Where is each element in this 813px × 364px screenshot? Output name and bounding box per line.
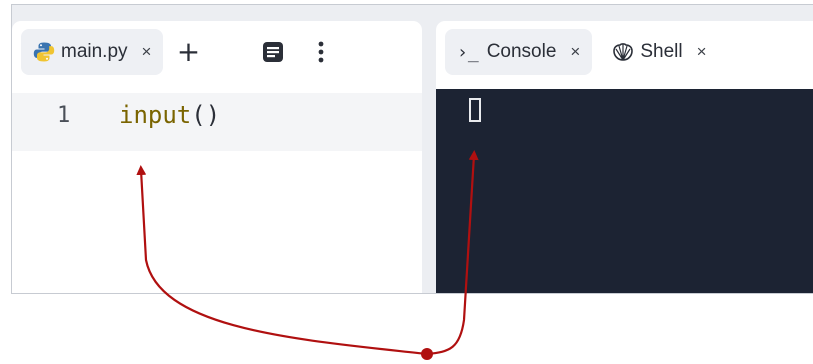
code-editor[interactable]: 1 input() <box>12 93 422 293</box>
screenshot-frame: main.py × + 1 input() ›_ Console × Shell… <box>0 0 813 364</box>
console-output[interactable] <box>436 89 813 293</box>
code-text: input() <box>119 101 220 129</box>
tab-console-label: Console <box>486 41 557 62</box>
close-icon[interactable]: × <box>697 42 707 62</box>
tab-shell-label: Shell <box>640 41 683 62</box>
annotation-origin-dot <box>421 348 433 360</box>
console-tabbar: ›_ Console × Shell × <box>436 21 813 83</box>
kebab-menu-icon <box>319 41 324 63</box>
shell-icon <box>612 42 634 62</box>
format-icon <box>263 42 284 62</box>
add-tab-button[interactable]: + <box>171 35 205 69</box>
plus-icon: + <box>176 35 201 68</box>
line-number: 1 <box>57 103 71 128</box>
function-name: input <box>119 101 192 129</box>
python-icon <box>33 41 55 63</box>
code-line[interactable]: 1 input() <box>12 93 422 151</box>
console-pane: ›_ Console × Shell × <box>436 21 813 293</box>
tab-console[interactable]: ›_ Console × <box>445 29 593 75</box>
more-options-button[interactable] <box>304 35 338 69</box>
close-icon[interactable]: × <box>142 42 152 62</box>
terminal-icon: ›_ <box>457 41 479 63</box>
tab-shell[interactable]: Shell × <box>600 29 718 75</box>
ide-workspace: main.py × + 1 input() ›_ Console × Shell… <box>11 4 813 294</box>
input-cursor <box>469 98 481 122</box>
format-button[interactable] <box>256 35 290 69</box>
tab-main-py-label: main.py <box>61 41 128 62</box>
editor-pane: main.py × + 1 input() <box>12 21 422 293</box>
tab-main-py[interactable]: main.py × <box>21 29 164 75</box>
parentheses: () <box>191 101 221 129</box>
close-icon[interactable]: × <box>570 42 580 62</box>
editor-tabbar: main.py × + <box>12 21 422 83</box>
